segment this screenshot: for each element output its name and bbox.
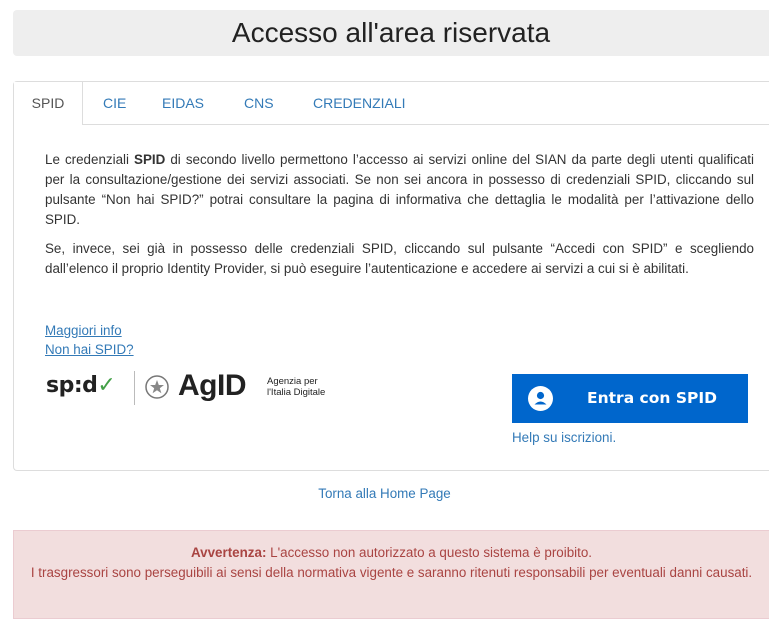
spid-check-icon: ✓ (97, 373, 116, 398)
alert-title: Avvertenza: (190, 545, 267, 560)
spid-description: Le credenziali SPID di secondo livello p… (45, 150, 754, 288)
p1-text-start: Le credenziali (45, 152, 135, 167)
agid-logo-text: AgID (178, 369, 247, 402)
no-spid-link[interactable]: Non hai SPID? (45, 340, 134, 359)
alert-message: L'accesso non autorizzato a questo siste… (266, 545, 593, 560)
spid-agid-logos: sp:d✓ AgID Agenzia per l'Italia Digitale (46, 369, 346, 405)
warning-alert: Avvertenza: L'accesso non autorizzato a … (13, 530, 769, 619)
help-registration-link[interactable]: Help su iscrizioni. (512, 430, 616, 445)
agid-subtitle: Agenzia per l'Italia Digitale (267, 376, 325, 398)
tab-cns[interactable]: CNS (244, 82, 274, 124)
alert-line-1: Avvertenza: L'accesso non autorizzato a … (14, 543, 769, 563)
spid-login-label: Entra con SPID (587, 389, 717, 407)
home-page-link[interactable]: Torna alla Home Page (0, 486, 769, 501)
login-panel: SPID CIE EIDAS CNS CREDENZIALI Le creden… (13, 81, 769, 471)
tab-eidas[interactable]: EIDAS (162, 82, 204, 124)
italian-republic-seal-icon (145, 375, 169, 399)
tab-credenziali[interactable]: CREDENZIALI (313, 82, 406, 124)
page-title: Accesso all'area riservata (13, 10, 769, 56)
tab-cie[interactable]: CIE (103, 82, 126, 124)
description-paragraph-1: Le credenziali SPID di secondo livello p… (45, 150, 754, 230)
spid-login-button[interactable]: Entra con SPID (512, 374, 748, 423)
info-links: Maggiori info Non hai SPID? (45, 321, 134, 359)
spid-logo-text: sp:d (46, 373, 98, 398)
agid-subtitle-line-2: l'Italia Digitale (267, 387, 326, 398)
tab-spid[interactable]: SPID (14, 82, 83, 125)
logo-divider (134, 371, 135, 405)
alert-line-2: I trasgressori sono perseguibili ai sens… (30, 565, 753, 580)
user-icon (528, 386, 553, 411)
more-info-link[interactable]: Maggiori info (45, 321, 134, 340)
agid-subtitle-line-1: Agenzia per (267, 376, 318, 387)
spid-logo: sp:d✓ (46, 373, 116, 398)
description-paragraph-2: Se, invece, sei già in possesso delle cr… (45, 241, 754, 276)
auth-tabs: SPID CIE EIDAS CNS CREDENZIALI (14, 82, 769, 125)
p1-bold-spid: SPID (134, 152, 166, 167)
